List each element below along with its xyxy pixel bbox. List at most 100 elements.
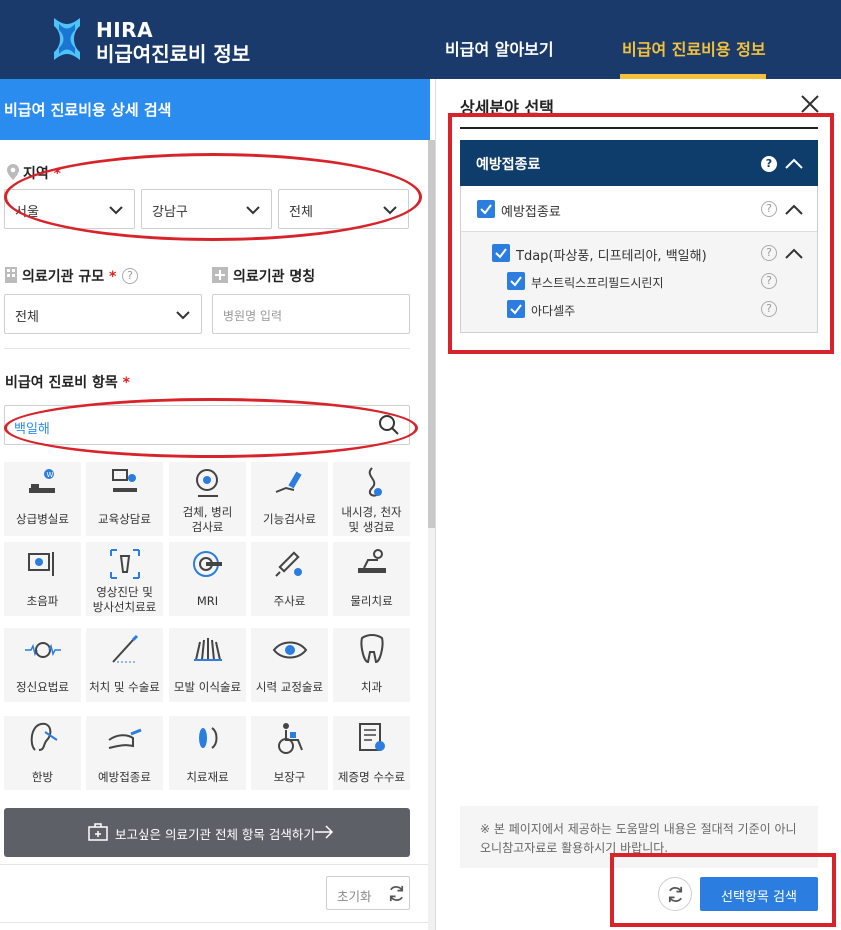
tile-imaging-radiation-fee[interactable]: 영상진단 및 방사선치료료 xyxy=(86,542,163,616)
reset-button[interactable]: 초기화 xyxy=(326,876,410,910)
certificate-icon xyxy=(359,723,385,751)
tile-label: MRI xyxy=(196,594,219,608)
ear-acupuncture-icon xyxy=(30,722,58,751)
scale-label-text: 의료기관 규모 xyxy=(22,269,105,285)
footer-divider xyxy=(0,864,428,865)
lens-material-icon xyxy=(199,727,218,749)
search-all-items-button[interactable]: 보고싶은 의료기관 전체 항목 검색하기 xyxy=(4,808,410,857)
panel-divider xyxy=(435,79,436,930)
tile-ultrasound[interactable]: 초음파 xyxy=(4,542,81,616)
tile-specimen-pathology-fee[interactable]: 검체, 병리 검사료 xyxy=(169,462,246,536)
logo-subtitle: 비급여진료비 정보 xyxy=(96,42,251,66)
search-all-items-label: 보고싶은 의료기관 전체 항목 검색하기 xyxy=(115,827,315,842)
help-icon[interactable]: ? xyxy=(122,268,138,284)
arm-injection-icon xyxy=(108,728,142,749)
tile-mri[interactable]: MRI xyxy=(169,542,246,616)
tile-label: 영상진단 및 xyxy=(96,585,153,599)
hair-transplant-icon xyxy=(194,638,222,661)
institution-name-placeholder: 병원명 입력 xyxy=(223,309,283,323)
tile-treatment-material[interactable]: 치료재료 xyxy=(169,716,246,790)
scale-select[interactable]: 전체 xyxy=(4,294,202,334)
institution-name-input[interactable]: 병원명 입력 xyxy=(212,294,410,334)
annotation-oval-region xyxy=(4,153,422,241)
tile-label: 검체, 병리 xyxy=(182,505,233,519)
tile-certificate-fee[interactable]: 제증명 수수료 xyxy=(333,716,410,790)
hospital-icon xyxy=(88,823,108,841)
tile-label: 검사료 xyxy=(191,520,224,534)
left-panel-header: 비급여 진료비용 상세 검색 xyxy=(0,79,430,140)
annotation-oval-search xyxy=(4,398,418,458)
function-test-icon xyxy=(275,471,302,493)
tile-label: 상급병실료 xyxy=(16,512,69,526)
tile-label: 보장구 xyxy=(273,770,306,784)
eye-icon xyxy=(272,641,308,659)
tile-label: 예방접종료 xyxy=(98,770,151,784)
tile-psychotherapy-fee[interactable]: 정신요법료 xyxy=(4,628,81,702)
items-label-text: 비급여 진료비 항목 xyxy=(5,375,118,391)
ultrasound-icon xyxy=(28,552,54,576)
xray-icon xyxy=(110,549,140,579)
tile-label: 주사료 xyxy=(273,594,306,608)
left-panel-scrollbar-thumb[interactable] xyxy=(428,140,435,528)
tile-vision-correction-fee[interactable]: 시력 교정술료 xyxy=(251,628,328,702)
brain-wave-icon xyxy=(25,642,61,658)
tile-endoscopy-biopsy-fee[interactable]: 내시경, 천자 및 생검료 xyxy=(333,462,410,536)
tile-label: 처치 및 수술료 xyxy=(89,680,160,694)
svg-text:W: W xyxy=(47,471,54,479)
counseling-icon xyxy=(112,469,137,492)
tile-label: 한방 xyxy=(31,770,54,784)
tile-dental[interactable]: 치과 xyxy=(333,628,410,702)
tile-counseling-fee[interactable]: 교육상담료 xyxy=(86,462,163,536)
reset-label: 초기화 xyxy=(337,889,372,904)
hira-logo-icon[interactable] xyxy=(50,16,84,62)
mri-scanner-icon xyxy=(193,551,222,577)
tile-assistive-device[interactable]: 보장구 xyxy=(251,716,328,790)
tile-procedure-surgery-fee[interactable]: 처치 및 수술료 xyxy=(86,628,163,702)
nav-noncovered-cost-info[interactable]: 비급여 진료비용 정보 xyxy=(622,36,766,60)
items-label: 비급여 진료비 항목 * xyxy=(5,372,130,392)
location-pin-icon xyxy=(7,164,19,180)
tile-label: 물리치료 xyxy=(350,594,393,608)
scalpel-icon xyxy=(112,634,139,663)
required-mark: * xyxy=(122,375,130,391)
annotation-rect-tree xyxy=(448,113,834,354)
bottom-divider xyxy=(0,922,428,923)
tile-injection-fee[interactable]: 주사료 xyxy=(251,542,328,616)
hospital-bed-icon: W xyxy=(29,469,55,493)
tile-label: 및 생검료 xyxy=(348,520,395,534)
close-icon[interactable] xyxy=(800,94,820,114)
hospital-cross-icon xyxy=(212,267,228,283)
tile-oriental-medicine[interactable]: 한방 xyxy=(4,716,81,790)
annotation-rect-search xyxy=(610,853,836,927)
tile-vaccination-fee[interactable]: 예방접종료 xyxy=(86,716,163,790)
tile-label: 모발 이식술료 xyxy=(173,680,242,694)
tile-physical-therapy[interactable]: 물리치료 xyxy=(333,542,410,616)
syringe-icon xyxy=(275,551,302,577)
tile-hair-transplant-fee[interactable]: 모발 이식술료 xyxy=(169,628,246,702)
building-icon xyxy=(5,267,17,283)
tile-label: 치과 xyxy=(360,680,383,694)
refresh-icon xyxy=(389,885,404,902)
scale-label: 의료기관 규모 * xyxy=(22,266,116,286)
tooth-icon xyxy=(360,634,384,664)
physical-therapy-icon xyxy=(358,549,386,573)
scale-value: 전체 xyxy=(15,310,39,325)
tile-function-test-fee[interactable]: 기능검사료 xyxy=(251,462,328,536)
tile-label: 제증명 수수료 xyxy=(337,770,406,784)
tile-label: 기능검사료 xyxy=(263,512,316,526)
chevron-down-icon xyxy=(176,311,190,320)
section-divider xyxy=(4,348,410,349)
arrow-right-icon xyxy=(315,825,334,839)
tile-ward-fee[interactable]: W 상급병실료 xyxy=(4,462,81,536)
wheelchair-icon xyxy=(278,723,303,754)
microscope-icon xyxy=(196,469,218,497)
required-mark: * xyxy=(109,269,117,285)
institution-name-label: 의료기관 명칭 xyxy=(233,269,316,285)
tile-label: 치료재료 xyxy=(186,770,229,784)
left-panel-title: 비급여 진료비용 상세 검색 xyxy=(4,101,172,119)
tile-label: 시력 교정술료 xyxy=(255,680,324,694)
endoscope-icon xyxy=(368,467,382,497)
nav-about-noncovered[interactable]: 비급여 알아보기 xyxy=(445,36,554,60)
tile-label: 정신요법료 xyxy=(16,680,69,694)
tile-label: 방사선치료료 xyxy=(92,600,157,614)
